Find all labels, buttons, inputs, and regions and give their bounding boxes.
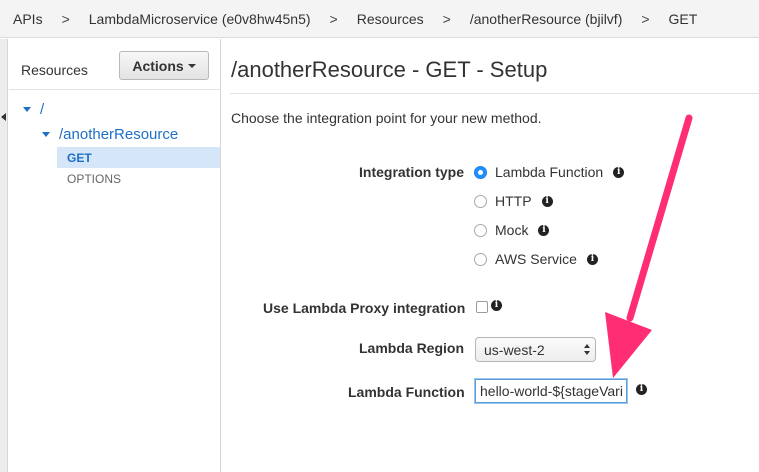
page-title: /anotherResource - GET - Setup [231,57,548,82]
breadcrumb: APIs > LambdaMicroservice (e0v8hw45n5) >… [0,0,759,38]
lambda-region-label: Lambda Region [359,340,465,356]
resources-sidebar: Resources Actions / /anotherResource GET… [9,39,221,472]
tree-item-get[interactable]: GET [57,147,220,168]
radio-http[interactable]: HTTP i [474,193,553,209]
tree-item-root-label: / [40,101,45,118]
radio-mock[interactable]: Mock i [474,222,550,238]
info-icon[interactable]: i [538,224,550,236]
expand-caret-icon[interactable] [42,132,50,137]
breadcrumb-apis[interactable]: APIs [13,11,43,27]
lambda-region-value: us-west-2 [484,341,545,358]
lambda-region-select[interactable]: us-west-2 [475,337,596,362]
breadcrumb-separator: > [442,10,451,27]
collapse-left-icon[interactable] [1,113,6,121]
lambda-function-label: Lambda Function [348,384,465,400]
sidebar-collapse-strip[interactable] [0,39,8,472]
info-icon[interactable]: i [636,384,647,395]
tree-item-resource-label: /anotherResource [59,126,179,143]
sidebar-divider [9,89,220,90]
info-icon[interactable]: i [491,300,502,311]
tree-item-root[interactable]: / [23,101,44,118]
actions-button-label: Actions [132,57,184,74]
breadcrumb-resource[interactable]: /anotherResource (bjilvf) [470,11,623,27]
tree-item-options[interactable]: OPTIONS [57,168,220,189]
radio-mock-label: Mock [495,222,529,238]
radio-aws-service-label: AWS Service [495,251,577,267]
radio-lambda-function[interactable]: Lambda Function i [474,164,625,180]
radio-button[interactable] [474,223,487,237]
breadcrumb-separator: > [329,10,338,27]
method-get-label: GET [67,150,92,165]
info-icon[interactable]: i [586,253,598,265]
radio-http-label: HTTP [495,193,532,209]
radio-lambda-function-label: Lambda Function [495,164,604,180]
sidebar-title: Resources [21,62,88,78]
breadcrumb-separator: > [61,10,70,27]
breadcrumb-method[interactable]: GET [669,11,698,27]
radio-button[interactable] [474,194,487,208]
lambda-proxy-checkbox[interactable] [476,301,488,313]
breadcrumb-resources[interactable]: Resources [357,11,424,27]
info-icon[interactable]: i [613,166,625,178]
intro-text: Choose the integration point for your ne… [231,110,542,126]
integration-type-label: Integration type [359,164,465,180]
caret-down-icon [187,63,196,68]
lambda-function-input[interactable] [475,379,627,403]
lambda-proxy-label: Use Lambda Proxy integration [263,300,466,316]
actions-button[interactable]: Actions [119,51,209,80]
breadcrumb-separator: > [641,10,650,27]
tree-item-another-resource[interactable]: /anotherResource [42,126,178,143]
select-arrows-icon [584,344,590,355]
radio-aws-service[interactable]: AWS Service i [474,251,598,267]
title-divider [230,93,759,94]
method-options-label: OPTIONS [67,171,122,186]
radio-button-selected[interactable] [474,165,487,179]
expand-caret-icon[interactable] [23,107,31,112]
breadcrumb-api-name[interactable]: LambdaMicroservice (e0v8hw45n5) [89,11,311,27]
info-icon[interactable]: i [541,195,553,207]
radio-button[interactable] [474,252,487,266]
